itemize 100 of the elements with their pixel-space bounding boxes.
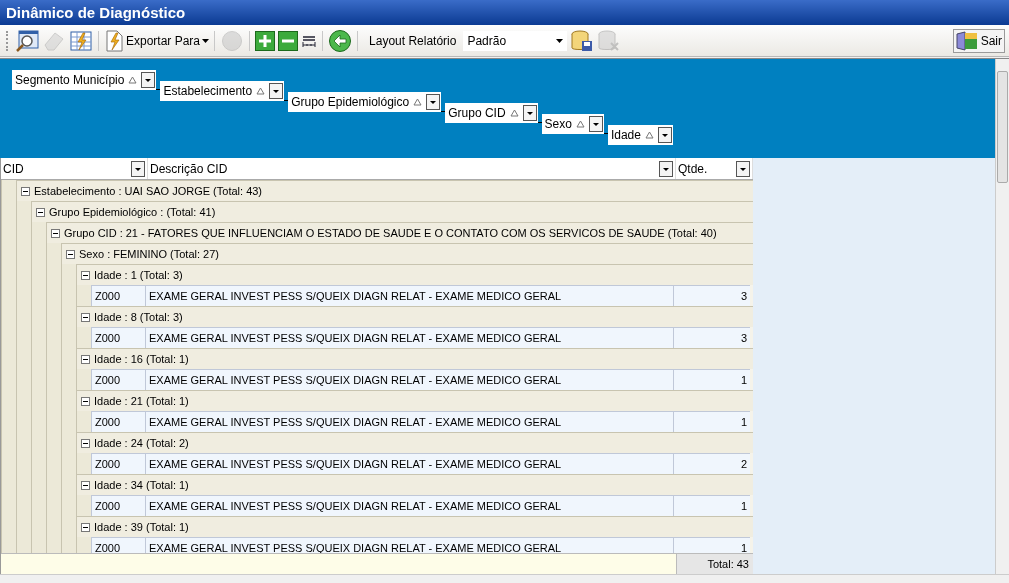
group-by-field[interactable]: Segmento Município: [12, 70, 157, 90]
table-cell: Z000: [91, 285, 145, 306]
back-arrow-icon[interactable]: [328, 28, 353, 53]
table-cell: 2: [673, 453, 750, 474]
group-label: Idade : 34 (Total: 1): [94, 479, 189, 491]
dropdown-button[interactable]: [736, 160, 750, 177]
dropdown-button[interactable]: [426, 94, 441, 110]
tree-indent: [61, 264, 76, 285]
tree-indent: [76, 537, 91, 553]
table-cell: EXAME GERAL INVEST PESS S/QUEIX DIAGN RELAT - EXAME MEDICO GERAL: [145, 411, 673, 432]
dropdown-button[interactable]: [269, 83, 284, 99]
tree-indent: [76, 453, 91, 474]
collapse-icon[interactable]: [36, 207, 45, 217]
tree-indent: [76, 285, 91, 306]
group-row[interactable]: Grupo CID : 21 - FATORES QUE INFLUENCIAM O ESTADO DE SAUDE E O CONTATO COM OS SERVICOS DE SAUDE (Total: 40): [46, 222, 753, 243]
table-cell: Z000: [91, 537, 145, 553]
dropdown-button[interactable]: [588, 116, 603, 132]
sort-triangle-icon: [509, 109, 519, 117]
table-cell: EXAME GERAL INVEST PESS S/QUEIX DIAGN RELAT - EXAME MEDICO GERAL: [145, 369, 673, 390]
dropdown-button[interactable]: [131, 160, 145, 177]
group-row[interactable]: Grupo Epidemiológico : (Total: 41): [31, 201, 753, 222]
group-row[interactable]: Idade : 34 (Total: 1): [76, 474, 753, 495]
collapse-icon[interactable]: [66, 249, 75, 259]
table-cell: 3: [673, 327, 750, 348]
collapse-icon[interactable]: [81, 480, 90, 490]
scrollbar[interactable]: [995, 59, 1009, 574]
tree-indent: [76, 327, 91, 348]
table-cell: 3: [673, 285, 750, 306]
table-cell: EXAME GERAL INVEST PESS S/QUEIX DIAGN RELAT - EXAME MEDICO GERAL: [145, 285, 673, 306]
tree-indent: [31, 537, 46, 553]
sort-triangle-icon: [128, 76, 138, 84]
group-label: Grupo Epidemiológico : (Total: 41): [49, 206, 216, 218]
exit-button[interactable]: Sair: [952, 28, 1005, 53]
collapse-icon[interactable]: [81, 522, 90, 532]
tree-indent: [76, 369, 91, 390]
group-row[interactable]: Idade : 39 (Total: 1): [76, 516, 753, 537]
table-cell: 1: [673, 369, 750, 390]
group-row[interactable]: Idade : 24 (Total: 2): [76, 432, 753, 453]
layout-label: Layout Relatório: [369, 33, 457, 48]
table-cell: Z000: [91, 369, 145, 390]
group-label: Sexo : FEMININO (Total: 27): [79, 248, 219, 260]
group-row[interactable]: Estabelecimento : UAI SAO JORGE (Total: 43): [16, 180, 753, 201]
export-button[interactable]: Exportar Para: [104, 28, 210, 53]
sort-triangle-icon: [575, 120, 585, 128]
collapse-icon[interactable]: [81, 312, 90, 322]
group-label: Idade : 39 (Total: 1): [94, 521, 189, 533]
group-by-field[interactable]: Estabelecimento: [160, 81, 285, 101]
layout-select[interactable]: Padrão: [463, 30, 568, 51]
group-by-field[interactable]: Sexo: [541, 114, 604, 134]
group-label: Grupo CID : 21 - FATORES QUE INFLUENCIAM O ESTADO DE SAUDE E O CONTATO COM OS SERVICOS DE SAUDE (Total: 40): [64, 227, 717, 239]
tree-indent: [46, 537, 61, 553]
preview-icon[interactable]: [15, 28, 39, 53]
group-label: Idade : 1 (Total: 3): [94, 269, 183, 281]
dropdown-button[interactable]: [522, 105, 537, 121]
group-row[interactable]: Sexo : FEMININO (Total: 27): [61, 243, 753, 264]
group-row[interactable]: Idade : 8 (Total: 3): [76, 306, 753, 327]
collapse-icon[interactable]: [81, 396, 90, 406]
minus-icon[interactable]: [278, 28, 299, 53]
column-header[interactable]: CID: [1, 158, 148, 179]
tree-indent: [46, 243, 61, 264]
dropdown-button[interactable]: [657, 127, 672, 143]
plus-icon[interactable]: [255, 28, 276, 53]
dropdown-button[interactable]: [141, 72, 156, 88]
tree-indent: [61, 537, 76, 553]
window-title: Dinâmico de Diagnóstico: [0, 0, 1009, 25]
group-row[interactable]: Idade : 1 (Total: 3): [76, 264, 753, 285]
caret-icon: [202, 38, 210, 43]
document-lightning-icon: [104, 29, 124, 52]
table-cell: EXAME GERAL INVEST PESS S/QUEIX DIAGN RELAT - EXAME MEDICO GERAL: [145, 327, 673, 348]
table-cell: EXAME GERAL INVEST PESS S/QUEIX DIAGN RELAT - EXAME MEDICO GERAL: [145, 495, 673, 516]
table-cell: Z000: [91, 495, 145, 516]
caret-icon: [556, 38, 564, 43]
column-header[interactable]: Descrição CID: [148, 158, 676, 179]
group-label: Idade : 8 (Total: 3): [94, 311, 183, 323]
database-save-icon[interactable]: [570, 28, 595, 53]
group-label: Idade : 24 (Total: 2): [94, 437, 189, 449]
grid-lightning-icon[interactable]: [69, 28, 93, 53]
column-header[interactable]: Qtde.: [676, 158, 753, 179]
group-by-field[interactable]: Grupo CID: [445, 103, 538, 123]
collapse-icon[interactable]: [81, 270, 90, 280]
collapse-icon[interactable]: [81, 354, 90, 364]
collapse-icon[interactable]: [21, 186, 30, 196]
table-cell: Z000: [91, 327, 145, 348]
group-row[interactable]: Idade : 16 (Total: 1): [76, 348, 753, 369]
table-cell: Z000: [91, 453, 145, 474]
collapse-icon[interactable]: [51, 228, 60, 238]
collapse-icon[interactable]: [81, 438, 90, 448]
dropdown-button[interactable]: [659, 160, 673, 177]
tree-indent: [16, 201, 31, 222]
group-by-field[interactable]: Idade: [607, 125, 673, 145]
table-cell: Z000: [91, 411, 145, 432]
group-label: Idade : 16 (Total: 1): [94, 353, 189, 365]
group-row[interactable]: Idade : 21 (Total: 1): [76, 390, 753, 411]
tree-indent: [1, 537, 16, 553]
total-cell: Total: 43: [676, 554, 753, 574]
tree-indent: [76, 495, 91, 516]
sort-triangle-icon: [256, 87, 266, 95]
sort-triangle-icon: [413, 98, 423, 106]
tree-indent: [1, 180, 16, 201]
group-by-field[interactable]: Grupo Epidemiológico: [288, 92, 442, 112]
